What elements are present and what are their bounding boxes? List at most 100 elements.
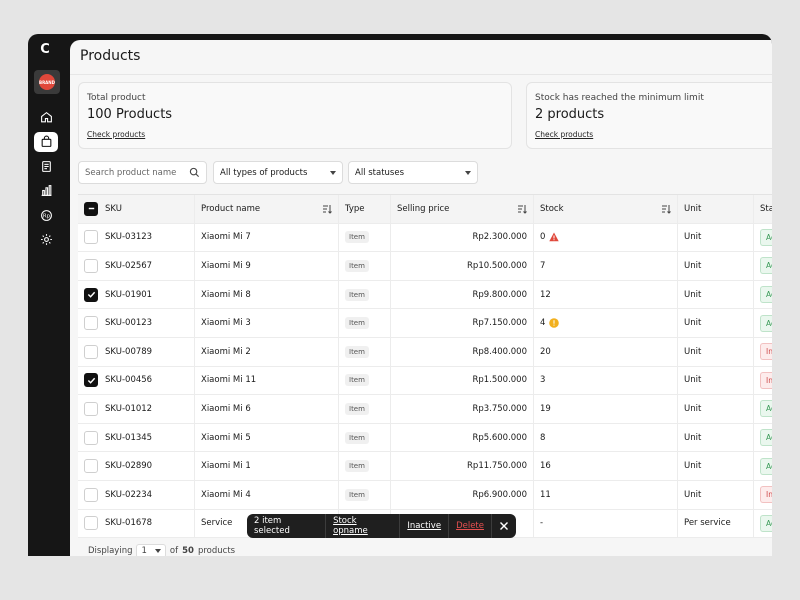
type-cell: Item	[339, 223, 391, 252]
sidebar: C BRAND Rp	[28, 34, 70, 556]
sku-cell: SKU-00123	[78, 309, 195, 337]
column-header-stock[interactable]: Stock	[534, 195, 678, 223]
stock-cell: -	[534, 509, 678, 538]
close-icon[interactable]	[492, 514, 516, 538]
type-cell: Item	[339, 309, 391, 337]
card-label: Total product	[87, 93, 146, 103]
unit-cell: Per service	[678, 509, 754, 538]
unit-cell: Unit	[678, 337, 754, 366]
sort-icon[interactable]	[661, 204, 671, 214]
column-label: Status	[760, 203, 772, 214]
column-label: Stock	[540, 203, 564, 214]
check-products-link[interactable]: Check products	[535, 130, 593, 139]
unit-value: Per service	[684, 518, 731, 529]
stock-cell: 7	[534, 252, 678, 280]
status-badge: Inactive	[760, 371, 772, 389]
product-name: Xiaomi Mi 8	[201, 289, 251, 300]
inactive-button[interactable]: Inactive	[400, 514, 450, 538]
unit-value: Unit	[684, 260, 702, 271]
page-select[interactable]: 1	[136, 544, 166, 556]
page-title: Products	[80, 48, 141, 64]
type-badge: Item	[345, 317, 369, 330]
table-row[interactable]: SKU-01901 Xiaomi Mi 8 Item Rp9.800.000 12 Uni…	[78, 280, 772, 310]
table-row[interactable]: SKU-00789 Xiaomi Mi 2 Item Rp8.400.000 20 Uni…	[78, 337, 772, 367]
table-row[interactable]: SKU-02567 Xiaomi Mi 9 Item Rp10.500.000 7 Uni…	[78, 252, 772, 281]
type-badge: Item	[345, 460, 369, 473]
status-cell: Active	[754, 452, 772, 480]
stock-cell: 19	[534, 395, 678, 423]
sidebar-item-currency[interactable]: Rp	[34, 205, 58, 225]
row-checkbox[interactable]	[84, 459, 98, 474]
pagination: Displaying 1 of 50 products	[88, 544, 235, 556]
status-cell: Active	[754, 281, 772, 309]
row-checkbox[interactable]	[84, 316, 98, 331]
displaying-label: Displaying	[88, 546, 133, 556]
product-name: Xiaomi Mi 5	[201, 432, 251, 443]
status-badge: Active	[760, 457, 772, 475]
header-divider	[70, 74, 772, 75]
price-cell: Rp1.500.000	[391, 366, 534, 395]
unit-cell: Unit	[678, 452, 754, 480]
sku-cell: SKU-02890	[78, 452, 195, 480]
sku-text: SKU-00789	[105, 346, 153, 357]
row-checkbox[interactable]	[84, 373, 98, 388]
price-cell: Rp8.400.000	[391, 337, 534, 366]
sidebar-item-gear[interactable]	[34, 230, 58, 250]
type-cell: Item	[339, 423, 391, 452]
type-filter-select[interactable]: All types of products	[213, 161, 343, 184]
stock-value: 16	[540, 461, 551, 472]
status-cell: Active	[754, 252, 772, 280]
row-checkbox[interactable]	[84, 430, 98, 445]
row-checkbox[interactable]	[84, 344, 98, 359]
row-checkbox[interactable]	[84, 258, 98, 273]
sidebar-item-home[interactable]	[34, 107, 58, 127]
stock-value: 0	[540, 232, 546, 243]
selected-count: 2 item selected	[247, 514, 327, 538]
row-checkbox[interactable]	[84, 401, 98, 416]
price-cell: Rp5.600.000	[391, 423, 534, 452]
check-products-link[interactable]: Check products	[87, 130, 145, 139]
column-header-selling-price[interactable]: Selling price	[391, 195, 534, 223]
table-row[interactable]: SKU-01012 Xiaomi Mi 6 Item Rp3.750.000 19 Uni…	[78, 395, 772, 424]
status-filter-select[interactable]: All statuses	[348, 161, 478, 184]
product-name-cell: Xiaomi Mi 1	[195, 452, 339, 480]
type-cell: Item	[339, 480, 391, 509]
table-row[interactable]: SKU-02234 Xiaomi Mi 4 Item Rp6.900.000 11 Uni…	[78, 480, 772, 510]
unit-value: Unit	[684, 318, 702, 329]
brand-logo: C	[40, 42, 50, 57]
delete-button[interactable]: Delete	[449, 514, 492, 538]
price-cell: Rp6.900.000	[391, 480, 534, 509]
row-checkbox[interactable]	[84, 487, 98, 502]
selling-price: Rp9.800.000	[472, 289, 527, 300]
warning-circle-icon	[549, 318, 560, 328]
row-checkbox[interactable]	[84, 516, 98, 531]
unit-value: Unit	[684, 403, 702, 414]
column-header-product-name[interactable]: Product name	[195, 195, 339, 223]
status-badge: Active	[760, 514, 772, 532]
sidebar-item-bag[interactable]	[34, 131, 58, 152]
sidebar-item-document[interactable]	[34, 156, 58, 176]
unit-cell: Unit	[678, 223, 754, 252]
select-all-checkbox[interactable]	[84, 201, 98, 216]
table-row[interactable]: SKU-03123 Xiaomi Mi 7 Item Rp2.300.000 0 Unit…	[78, 223, 772, 253]
sidebar-item-chart[interactable]	[34, 181, 58, 201]
row-checkbox[interactable]	[84, 230, 98, 245]
store-switcher[interactable]: BRAND	[34, 70, 60, 94]
product-name-cell: Xiaomi Mi 11	[195, 366, 339, 395]
product-name: Service	[201, 518, 233, 529]
table-row[interactable]: SKU-02890 Xiaomi Mi 1 Item Rp11.750.000 16 Un…	[78, 452, 772, 481]
table-row[interactable]: SKU-00123 Xiaomi Mi 3 Item Rp7.150.000 4 Unit…	[78, 309, 772, 338]
product-name-cell: Xiaomi Mi 9	[195, 252, 339, 280]
sort-icon[interactable]	[517, 204, 527, 214]
table-row[interactable]: SKU-01345 Xiaomi Mi 5 Item Rp5.600.000 8 Unit…	[78, 423, 772, 453]
sort-icon[interactable]	[322, 204, 332, 214]
row-checkbox[interactable]	[84, 287, 98, 302]
status-cell: Inactive	[754, 367, 772, 395]
search-input[interactable]	[85, 167, 189, 178]
sku-cell: SKU-00789	[78, 337, 195, 366]
selling-price: Rp6.900.000	[472, 489, 527, 500]
stock-opname-button[interactable]: Stock opname	[326, 514, 401, 538]
price-cell: Rp11.750.000	[391, 452, 534, 480]
table-row[interactable]: SKU-00456 Xiaomi Mi 11 Item Rp1.500.000 3 Uni…	[78, 366, 772, 396]
search-icon[interactable]	[189, 167, 200, 178]
